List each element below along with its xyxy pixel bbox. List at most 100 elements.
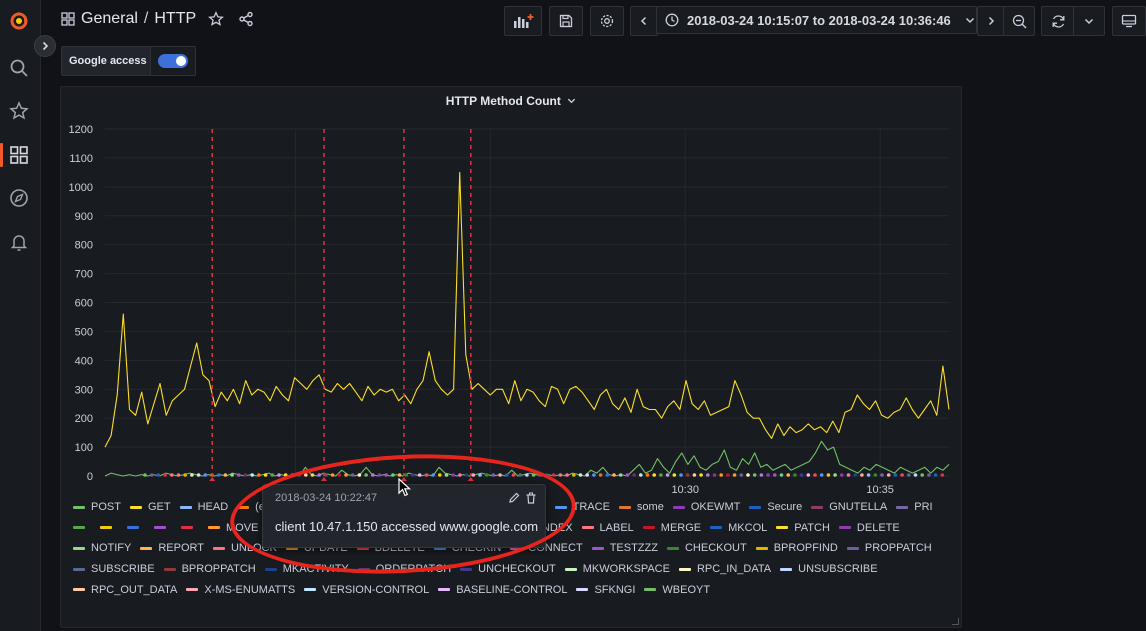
legend-item[interactable]: PRI — [896, 497, 933, 518]
delete-trash-icon[interactable] — [524, 491, 538, 505]
baseline-point — [458, 473, 462, 477]
baseline-point — [143, 473, 147, 477]
breadcrumb-folder[interactable]: General — [81, 10, 138, 28]
legend-item[interactable]: RPC_IN_DATA — [678, 559, 771, 580]
legend-label: Secure — [767, 501, 803, 514]
legend-item[interactable]: GET — [129, 497, 171, 518]
baseline-point — [505, 473, 509, 477]
star-icon[interactable] — [8, 100, 30, 122]
legend-color-swatch — [129, 505, 142, 509]
legend-item[interactable]: BASELINE-CONTROL — [438, 579, 567, 600]
time-range-label: 2018-03-24 10:15:07 to 2018-03-24 10:36:… — [687, 12, 951, 28]
legend-item[interactable]: Secure — [749, 497, 802, 518]
legend-item[interactable]: TESTZZZ — [591, 538, 658, 559]
legend-item[interactable]: UNCHECKOUT — [460, 559, 556, 580]
legend-color-swatch — [846, 546, 859, 550]
legend-item[interactable]: HEAD — [179, 497, 228, 518]
panel-resize-handle[interactable] — [952, 618, 959, 625]
legend-item[interactable]: WBEOYT — [644, 579, 710, 600]
legend-item[interactable]: PROPPATCH — [846, 538, 932, 559]
legend-item[interactable]: OKEWMT — [672, 497, 740, 518]
legend-color-swatch — [564, 567, 577, 571]
baseline-point — [672, 473, 677, 477]
legend-color-swatch — [460, 567, 473, 571]
baseline-point — [799, 473, 804, 477]
time-shift-forward-button[interactable] — [977, 6, 1005, 36]
legend-item[interactable]: SUBSCRIBE — [73, 559, 155, 580]
legend-item[interactable]: BPROPFIND — [755, 538, 838, 559]
y-tick-label: 0 — [87, 471, 93, 483]
favorite-star-icon[interactable] — [208, 11, 225, 27]
legend-color-swatch — [749, 505, 762, 509]
legend-label: PROPPATCH — [864, 542, 932, 555]
legend-item[interactable]: BPROPPATCH — [163, 559, 256, 580]
baseline-point — [819, 473, 824, 477]
legend-item[interactable]: RPC_OUT_DATA — [73, 579, 177, 600]
legend-item[interactable]: CHECKOUT — [666, 538, 747, 559]
refresh-icon — [1052, 14, 1064, 28]
refresh-interval-dropdown[interactable] — [1073, 6, 1105, 36]
legend-item[interactable]: TRACE — [554, 497, 610, 518]
legend-item[interactable] — [100, 518, 118, 539]
expand-menu-button[interactable] — [34, 35, 56, 57]
line-chart[interactable]: 1200110010009008007006005004003002001000… — [61, 87, 961, 497]
legend-item[interactable]: (e — [237, 497, 265, 518]
legend-color-swatch — [127, 526, 139, 530]
save-dashboard-button[interactable] — [549, 6, 583, 36]
legend-item[interactable]: MKCOL — [710, 518, 767, 539]
legend-label: MKCOL — [728, 521, 768, 534]
search-icon[interactable] — [8, 57, 30, 79]
time-shift-back-button[interactable] — [630, 6, 658, 36]
legend-item[interactable] — [154, 518, 172, 539]
legend-item[interactable]: SFKNGI — [576, 579, 635, 600]
dashboard-settings-button[interactable] — [590, 6, 624, 36]
legend-item[interactable]: MKWORKSPACE — [564, 559, 670, 580]
legend-item[interactable]: UNSUBSCRIBE — [780, 559, 878, 580]
legend-item[interactable] — [127, 518, 145, 539]
legend-item[interactable]: REPORT — [140, 538, 204, 559]
zoom-out-icon — [1012, 14, 1026, 28]
share-icon[interactable] — [238, 11, 254, 27]
add-panel-button[interactable] — [504, 6, 542, 36]
legend-item[interactable] — [73, 518, 91, 539]
baseline-point — [639, 473, 643, 477]
legend-item[interactable] — [181, 518, 199, 539]
legend-item[interactable]: POST — [73, 497, 121, 518]
baseline-point — [913, 473, 918, 477]
time-picker-button[interactable]: 2018-03-24 10:15:07 to 2018-03-24 10:36:… — [656, 6, 977, 34]
legend-item[interactable]: NOTIFY — [73, 538, 131, 559]
alerting-bell-icon[interactable] — [8, 231, 30, 253]
legend-item[interactable]: PATCH — [776, 518, 830, 539]
baseline-point — [706, 473, 710, 477]
explore-compass-icon[interactable] — [8, 187, 30, 209]
legend-item[interactable]: ORDERPATCH — [357, 559, 451, 580]
refresh-button[interactable] — [1041, 6, 1075, 36]
grafana-logo-icon[interactable] — [8, 10, 30, 32]
toggle-switch[interactable] — [158, 54, 188, 68]
baseline-point — [344, 473, 348, 477]
google-access-toggle[interactable] — [150, 46, 196, 76]
legend-item[interactable]: VERSION-CONTROL — [304, 579, 429, 600]
dashboards-icon[interactable] — [8, 144, 30, 166]
legend-item[interactable]: MKACTIVITY — [264, 559, 349, 580]
baseline-point — [250, 473, 254, 477]
tv-mode-button[interactable] — [1112, 6, 1146, 36]
legend-item[interactable]: MERGE — [642, 518, 701, 539]
legend-color-swatch — [140, 546, 153, 550]
chevron-right-icon — [42, 41, 49, 51]
legend-item[interactable]: MOVE — [208, 518, 258, 539]
zoom-out-button[interactable] — [1003, 6, 1035, 36]
baseline-point — [397, 473, 402, 477]
breadcrumb-dashboard-title[interactable]: HTTP — [154, 10, 196, 28]
legend-item[interactable]: some — [618, 497, 664, 518]
legend-item[interactable]: X-MS-ENUMATTS — [186, 579, 295, 600]
baseline-point — [330, 473, 335, 477]
legend-item[interactable]: DELETE — [838, 518, 900, 539]
baseline-point — [176, 473, 181, 477]
edit-pencil-icon[interactable] — [507, 491, 521, 505]
baseline-point — [907, 473, 911, 477]
baseline-point — [766, 473, 770, 477]
legend-color-swatch — [896, 505, 909, 509]
legend-item[interactable]: LABEL — [581, 518, 634, 539]
legend-item[interactable]: GNUTELLA — [811, 497, 887, 518]
